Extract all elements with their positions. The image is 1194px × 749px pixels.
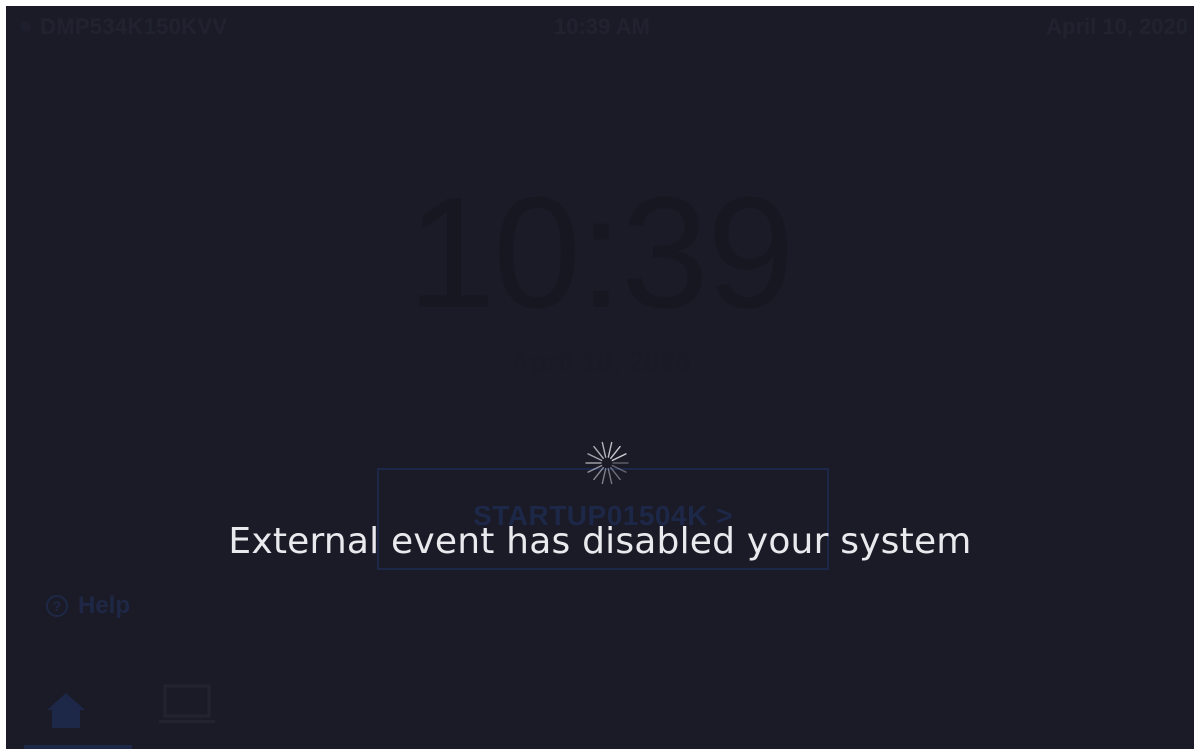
spinner-ray [610,445,621,460]
spinner-ray [611,464,627,473]
touch-panel-screen: DMP534K150KVV 10:39 AM April 10, 2020 10… [6,6,1194,749]
spinner-ray [593,466,604,481]
spinner-ray [607,468,613,485]
spinner-ray [610,466,621,481]
spinner-ray [587,464,603,473]
loading-spinner-icon [585,441,629,485]
spinner-ray [593,445,604,460]
overlay-message: External event has disabled your system [228,521,972,562]
spinner-ray [587,453,603,462]
spinner-ray [601,468,607,485]
spinner-ray [611,453,627,462]
spinner-ray [607,441,613,458]
disabled-overlay: External event has disabled your system [6,6,1194,749]
spinner-ray [601,441,607,458]
